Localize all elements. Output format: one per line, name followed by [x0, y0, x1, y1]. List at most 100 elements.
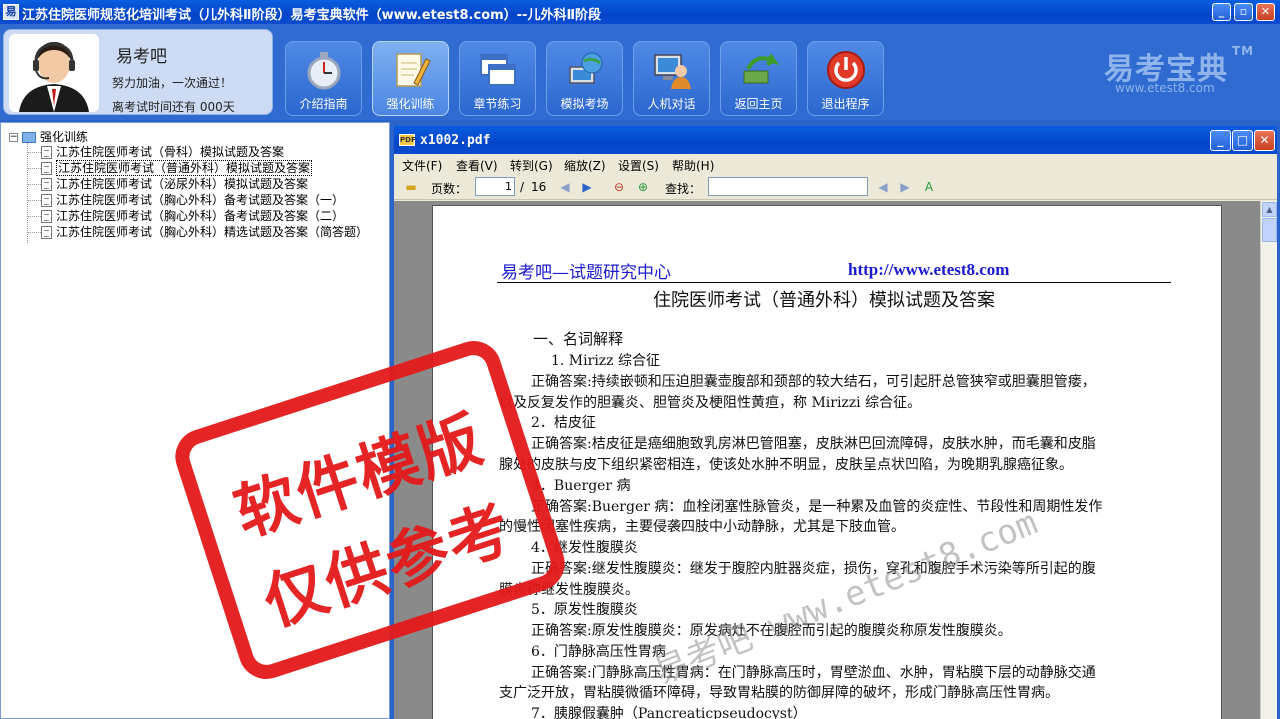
menu-zoom[interactable]: 缩放(Z)	[564, 157, 606, 174]
menu-help[interactable]: 帮助(H)	[672, 157, 714, 174]
pdf-menubar: 文件(F) 查看(V) 转到(G) 缩放(Z) 设置(S) 帮助(H)	[394, 154, 1277, 174]
doc-line: 正确答案:继发性腹膜炎：继发于腹腔内脏器炎症，损伤，穿孔和腹腔手术污染等所引起的…	[531, 561, 1096, 577]
menu-file[interactable]: 文件(F)	[402, 157, 442, 174]
pdf-icon: PDF	[399, 134, 416, 146]
tree-item[interactable]: 江苏住院医师考试（胸心外科）备考试题及答案（一）	[27, 191, 344, 207]
doc-line: 1. Mirizz 综合征	[551, 353, 660, 369]
page-number-input[interactable]: 1	[475, 177, 515, 196]
nav-training-button[interactable]: 强化训练	[372, 41, 449, 116]
next-page-icon[interactable]: ▶	[580, 180, 594, 194]
user-headset-icon	[19, 42, 89, 112]
nav-dialog-button[interactable]: 人机对话	[633, 41, 710, 116]
pdf-maximize-button[interactable]: □	[1232, 130, 1253, 151]
tree-item-label: 江苏住院医师考试（普通外科）模拟试题及答案	[56, 160, 313, 176]
nav-exam-button[interactable]: 模拟考场	[546, 41, 623, 116]
scroll-up-icon[interactable]: ▲	[1262, 202, 1277, 217]
find-next-icon[interactable]: ▶	[898, 180, 912, 194]
doc-line: 5．原发性腹膜炎	[531, 602, 638, 618]
motto-text: 努力加油，一次通过！	[112, 76, 233, 90]
collapse-icon[interactable]: −	[9, 133, 18, 142]
doc-line: 2．桔皮征	[531, 415, 596, 431]
header-rule	[497, 282, 1171, 283]
doc-line: 支广泛开放，胃粘膜微循环障碍，导致胃粘膜的防御屏障的破坏，形成门静脉高压性胃病。	[499, 685, 1059, 701]
nav-label: 返回主页	[734, 97, 783, 111]
document-icon	[41, 146, 52, 159]
windows-icon	[480, 54, 516, 86]
tree-item[interactable]: 江苏住院医师考试（骨科）模拟试题及答案	[27, 143, 284, 159]
document-edit-icon	[41, 162, 52, 175]
total-pages: 16	[531, 180, 547, 194]
tree-item-selected[interactable]: 江苏住院医师考试（普通外科）模拟试题及答案	[27, 159, 313, 176]
app-title-bar: 易 江苏住院医师规范化培训考试（儿外科Ⅱ阶段）易考宝典软件（www.etest8…	[0, 0, 1280, 24]
tree-item-label: 江苏住院医师考试（泌尿外科）模拟试题及答案	[56, 177, 309, 191]
stopwatch-icon	[307, 52, 341, 90]
doc-line: 腺处的皮肤与皮下组织紧密相连，使该处水肿不明显，皮肤呈点状凹陷，为晚期乳腺癌征象…	[499, 457, 1073, 473]
find-prev-icon[interactable]: ◀	[876, 180, 890, 194]
doc-line: 正确答案:门静脉高压性胃病：在门静脉高压时，胃壁淤血、水肿，胃粘膜下层的动静脉交…	[531, 665, 1096, 681]
scroll-thumb[interactable]	[1262, 218, 1277, 242]
app-icon: 易	[3, 4, 19, 20]
zoom-out-icon[interactable]: ⊖	[612, 180, 626, 194]
doc-line: 的慢性闭塞性疾病，主要侵袭四肢中小动静脉，尤其是下肢血管。	[499, 519, 905, 535]
nav-intro-button[interactable]: 介绍指南	[285, 41, 362, 116]
notepad-pencil-icon	[396, 53, 431, 87]
tree-item[interactable]: 江苏住院医师考试（胸心外科）备考试题及答案（二）	[27, 207, 344, 223]
close-button[interactable]: ✕	[1256, 3, 1275, 21]
nav-label: 章节练习	[473, 97, 522, 111]
brand-tm: TM	[1232, 44, 1255, 58]
nav-label: 介绍指南	[299, 97, 348, 111]
nav-chapter-button[interactable]: 章节练习	[459, 41, 536, 116]
tree-item-label: 江苏住院医师考试（胸心外科）备考试题及答案（二）	[56, 209, 345, 223]
document-icon	[41, 178, 52, 191]
power-icon	[827, 51, 865, 89]
globe-computer-icon	[569, 52, 603, 84]
tree-root[interactable]: − 强化训练	[9, 128, 88, 144]
menu-goto[interactable]: 转到(G)	[510, 157, 553, 174]
page-separator: /	[520, 180, 525, 194]
tree-item-label: 江苏住院医师考试（胸心外科）精选试题及答案（简答题）	[56, 225, 369, 239]
minimize-button[interactable]: _	[1212, 3, 1231, 21]
pdf-toolbar: ▬ 页数： 1 / 16 ◀ ▶ ⊖ ⊕ 查找： ◀ ▶ A	[394, 174, 1277, 200]
pdf-close-button[interactable]: ✕	[1254, 130, 1275, 151]
back-arrow-icon	[743, 53, 780, 84]
pdf-filename: x1002.pdf	[420, 133, 491, 148]
zoom-in-icon[interactable]: ⊕	[636, 180, 650, 194]
tree-item[interactable]: 江苏住院医师考试（泌尿外科）模拟试题及答案	[27, 175, 308, 191]
app-title: 江苏住院医师规范化培训考试（儿外科Ⅱ阶段）易考宝典软件（www.etest8.c…	[22, 8, 602, 23]
doc-line: 正确答案:持续嵌顿和压迫胆囊壶腹部和颈部的较大结石，可引起肝总管狭窄或胆囊胆管瘘…	[531, 374, 1096, 390]
nav-label: 退出程序	[821, 97, 870, 111]
user-name: 易考吧	[116, 47, 167, 67]
tree-item[interactable]: 江苏住院医师考试（胸心外科）精选试题及答案（简答题）	[27, 223, 368, 239]
doc-line: 7．胰腺假囊肿（Pancreaticpseudocyst）	[531, 706, 807, 719]
header-bar: 易考吧 努力加油，一次通过！ 离考试时间还有 000天 介绍指南 强化训练 章节	[0, 24, 1280, 120]
doc-line: 正确答案:桔皮征是癌细胞致乳房淋巴管阻塞，皮肤淋巴回流障碍，皮肤水肿，而毛囊和皮…	[531, 436, 1096, 452]
document-icon	[41, 194, 52, 207]
pdf-vertical-scrollbar[interactable]: ▲	[1260, 201, 1277, 719]
doc-title: 住院医师考试（普通外科）模拟试题及答案	[653, 290, 995, 311]
doc-line: 3．Buerger 病	[531, 478, 631, 494]
menu-settings[interactable]: 设置(S)	[618, 157, 659, 174]
nav-home-button[interactable]: 返回主页	[720, 41, 797, 116]
tree-item-label: 江苏住院医师考试（骨科）模拟试题及答案	[56, 145, 285, 159]
doc-line: 6．门静脉高压性胃病	[531, 644, 666, 660]
document-icon	[41, 210, 52, 223]
nav-exit-button[interactable]: 退出程序	[807, 41, 884, 116]
doc-line: 以及反复发作的胆囊炎、胆管炎及梗阻性黄疸，称 Mirizzi 综合征。	[499, 395, 922, 411]
user-computer-icon	[654, 54, 691, 89]
profile-card: 易考吧 努力加油，一次通过！ 离考试时间还有 000天	[3, 29, 273, 115]
menu-view[interactable]: 查看(V)	[456, 157, 498, 174]
nav-label: 强化训练	[386, 97, 435, 111]
find-input[interactable]	[708, 177, 868, 196]
highlight-search-icon[interactable]: A	[922, 180, 936, 194]
prev-page-icon[interactable]: ◀	[558, 180, 572, 194]
pages-label: 页数：	[431, 182, 468, 196]
document-icon	[41, 226, 52, 239]
open-folder-icon[interactable]: ▬	[404, 180, 418, 194]
brand-url: www.etest8.com	[1115, 81, 1215, 95]
tree-item-label: 江苏住院医师考试（胸心外科）备考试题及答案（一）	[56, 193, 345, 207]
doc-header-url: http://www.etest8.com	[848, 260, 1010, 279]
exam-countdown: 离考试时间还有 000天	[112, 100, 235, 114]
folder-icon	[22, 132, 36, 143]
maximize-button[interactable]: ▫	[1234, 3, 1253, 21]
pdf-minimize-button[interactable]: _	[1210, 130, 1231, 151]
